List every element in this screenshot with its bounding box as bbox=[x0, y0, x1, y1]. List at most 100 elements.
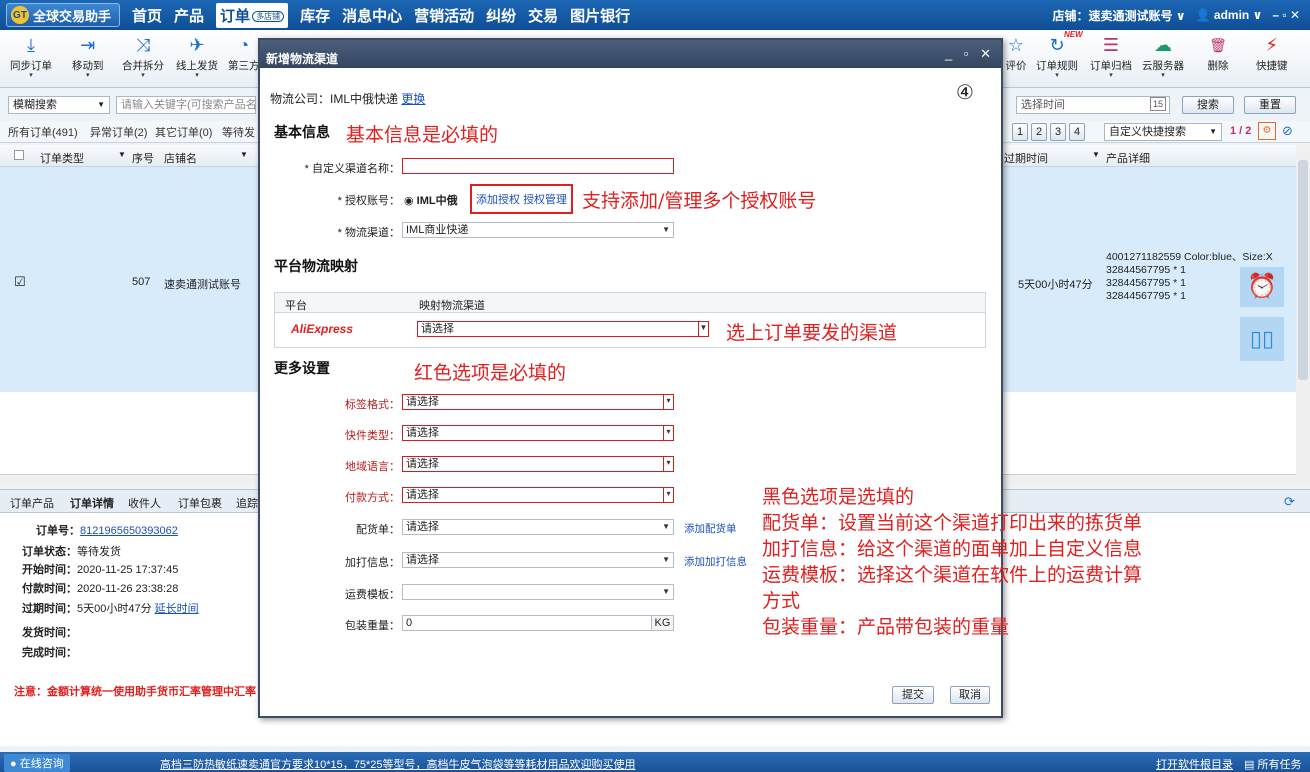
logistics-channel-select[interactable]: IML商业快递 ▼ bbox=[402, 222, 674, 238]
delete-button[interactable]: 🗑 删除 bbox=[1206, 34, 1230, 73]
nav-trade[interactable]: 交易 bbox=[528, 5, 558, 26]
shuffle-icon: ⤨ bbox=[135, 35, 151, 55]
package-weight-input[interactable]: 0 KG bbox=[402, 615, 674, 631]
cloud-server-button[interactable]: ☁ 云服务器 ▾ bbox=[1142, 34, 1184, 79]
review-button[interactable]: ☆ 评价 bbox=[1004, 34, 1028, 73]
col-expire[interactable]: 过期时间 bbox=[1004, 150, 1048, 166]
calendar-icon[interactable]: 15 bbox=[1149, 97, 1166, 111]
chart-icon[interactable]: ▯▯ bbox=[1240, 317, 1284, 361]
online-ship-button[interactable]: ✈ 线上发货 ▾ bbox=[176, 34, 218, 79]
nav-products[interactable]: 产品 bbox=[174, 5, 204, 26]
tab-order-packages[interactable]: 订单包裹 bbox=[178, 495, 222, 511]
manage-auth-link[interactable]: 授权管理 bbox=[523, 194, 567, 206]
tab-other-orders[interactable]: 其它订单(0) bbox=[155, 124, 212, 140]
tab-waiting[interactable]: 等待发 bbox=[222, 124, 255, 140]
tab-order-details[interactable]: 订单详情 bbox=[70, 495, 114, 511]
shortcut-button[interactable]: ⚡ 快捷键 bbox=[1256, 34, 1288, 73]
nav-inventory[interactable]: 库存 bbox=[300, 5, 330, 26]
annotation-freight: 运费模板：选择这个渠道在软件上的运费计算 bbox=[762, 564, 1143, 586]
channel-name-input[interactable] bbox=[402, 158, 674, 174]
user-menu[interactable]: 👤 admin ∨ bbox=[1196, 8, 1263, 22]
section-basic-info: 基本信息 bbox=[274, 124, 330, 140]
sync-orders-button[interactable]: ⤓ 同步订单 ▾ bbox=[10, 34, 52, 79]
payment-method-select[interactable]: 请选择 ▾ bbox=[402, 487, 674, 503]
nav-orders[interactable]: 订单 多店铺 bbox=[216, 2, 289, 28]
dialog-window-controls[interactable]: _ ▫ ✕ bbox=[945, 46, 995, 62]
all-tasks-button[interactable]: ▤ 所有任务 bbox=[1244, 756, 1301, 772]
multi-shop-tag: 多店铺 bbox=[252, 11, 285, 23]
shop-selector[interactable]: 店铺：速卖通测试账号 ∨ bbox=[1053, 7, 1186, 24]
page-4[interactable]: 4 bbox=[1069, 123, 1085, 141]
window-controls[interactable]: – ▫ ✕ bbox=[1272, 8, 1300, 22]
merge-split-button[interactable]: ⤨ 合并拆分 ▾ bbox=[122, 34, 164, 79]
plane-icon: ✈ bbox=[189, 35, 205, 55]
row-seq: 507 bbox=[132, 276, 151, 288]
tab-abnormal-orders[interactable]: 异常订单(2) bbox=[90, 124, 147, 140]
alarm-icon[interactable]: ⏰ bbox=[1240, 267, 1284, 307]
col-shop[interactable]: 店铺名 bbox=[164, 150, 197, 166]
nav-image-bank[interactable]: 图片银行 bbox=[570, 5, 630, 26]
auth-account-radio[interactable]: ◉ IML中俄 bbox=[404, 192, 458, 208]
section-platform-mapping: 平台物流映射 bbox=[274, 258, 358, 274]
nav-marketing[interactable]: 营销活动 bbox=[414, 5, 474, 26]
order-number-link[interactable]: 8121965650393062 bbox=[80, 525, 178, 537]
col-products[interactable]: 产品详细 bbox=[1106, 150, 1150, 166]
radio-icon: ◉ bbox=[404, 195, 414, 207]
col-seq[interactable]: 序号 bbox=[132, 150, 154, 166]
order-archive-button[interactable]: ☰ 订单归档 ▾ bbox=[1090, 34, 1132, 79]
nav-home[interactable]: 首页 bbox=[132, 5, 162, 26]
select-all-checkbox[interactable] bbox=[14, 150, 24, 160]
col-order-type[interactable]: 订单类型 bbox=[40, 150, 84, 166]
tab-all-orders[interactable]: 所有订单(491) bbox=[8, 124, 78, 140]
change-company-link[interactable]: 更换 bbox=[401, 92, 425, 106]
parcel-type-select[interactable]: 请选择 ▾ bbox=[402, 425, 674, 441]
region-language-select[interactable]: 请选择 ▾ bbox=[402, 456, 674, 472]
tab-order-products[interactable]: 订单产品 bbox=[10, 495, 54, 511]
search-input[interactable]: 请输入关键字(可搜索产品名 bbox=[116, 96, 256, 114]
refresh-icon[interactable]: ⟳ bbox=[1284, 494, 1295, 510]
user-icon: 👤 bbox=[1195, 8, 1211, 22]
online-consult-button[interactable]: ● 在线咨询 bbox=[4, 754, 70, 772]
add-extra-print-link[interactable]: 添加加打信息 bbox=[684, 554, 747, 569]
tab-tracking[interactable]: 追踪 bbox=[236, 495, 258, 511]
reset-button[interactable]: 重置 bbox=[1244, 96, 1296, 114]
scroll-thumb[interactable] bbox=[1298, 160, 1308, 380]
quick-search-select[interactable]: 自定义快捷搜索 ▼ bbox=[1104, 123, 1222, 141]
submit-button[interactable]: 提交 bbox=[892, 686, 934, 704]
archive-icon: ☰ bbox=[1102, 35, 1120, 55]
move-to-button[interactable]: ⇥ 移动到 ▾ bbox=[72, 34, 104, 79]
tab-recipient[interactable]: 收件人 bbox=[128, 495, 161, 511]
app-logo[interactable]: GT 全球交易助手 bbox=[6, 3, 121, 27]
order-rules-button[interactable]: ↻ 订单规则 ▾ NEW bbox=[1036, 30, 1083, 79]
extend-time-link[interactable]: 延长时间 bbox=[155, 603, 199, 615]
freight-template-select[interactable]: ▼ bbox=[402, 584, 674, 600]
extra-print-select[interactable]: 请选择 ▼ bbox=[402, 552, 674, 568]
annotation-optional: 黑色选项是选填的 bbox=[762, 486, 915, 508]
nav-disputes[interactable]: 纠纷 bbox=[486, 5, 516, 26]
search-mode-select[interactable]: 模糊搜索 ▼ bbox=[8, 96, 110, 114]
search-button[interactable]: 搜索 bbox=[1182, 96, 1234, 114]
download-icon: ⤓ bbox=[27, 35, 35, 55]
page-1[interactable]: 1 bbox=[1012, 123, 1028, 141]
time-select[interactable]: 选择时间 15 bbox=[1016, 96, 1170, 114]
ad-link[interactable]: 高档三防热敏纸速卖通官方要求10*15，75*25等型号，高档牛皮气泡袋等等耗材… bbox=[160, 756, 636, 772]
pick-list-select[interactable]: 请选择 ▼ bbox=[402, 519, 674, 535]
page-3[interactable]: 3 bbox=[1050, 123, 1066, 141]
add-pick-list-link[interactable]: 添加配货单 bbox=[684, 521, 737, 536]
label-format-select[interactable]: 请选择 ▾ bbox=[402, 394, 674, 410]
cancel-button[interactable]: 取消 bbox=[950, 686, 990, 704]
page-2[interactable]: 2 bbox=[1031, 123, 1047, 141]
new-badge: NEW bbox=[1064, 30, 1083, 39]
third-party-button[interactable]: ◔ 第三方 bbox=[228, 34, 260, 73]
row-checkbox[interactable]: ☑ bbox=[14, 274, 26, 290]
filter-icon[interactable]: ⚙ bbox=[1258, 122, 1276, 140]
open-dir-link[interactable]: 打开软件根目录 bbox=[1156, 756, 1233, 772]
hide-icon[interactable]: ⊘ bbox=[1282, 123, 1293, 139]
lightning-icon: ⚡ bbox=[1265, 35, 1279, 55]
mapping-col-platform: 平台 bbox=[285, 300, 307, 312]
nav-messages[interactable]: 消息中心 bbox=[342, 5, 402, 26]
mapping-channel-select[interactable]: 请选择 ▼ bbox=[417, 321, 709, 337]
add-auth-link[interactable]: 添加授权 bbox=[476, 194, 520, 206]
weight-unit: KG bbox=[651, 616, 673, 630]
row-expire: 5天00小时47分 bbox=[1018, 279, 1093, 291]
